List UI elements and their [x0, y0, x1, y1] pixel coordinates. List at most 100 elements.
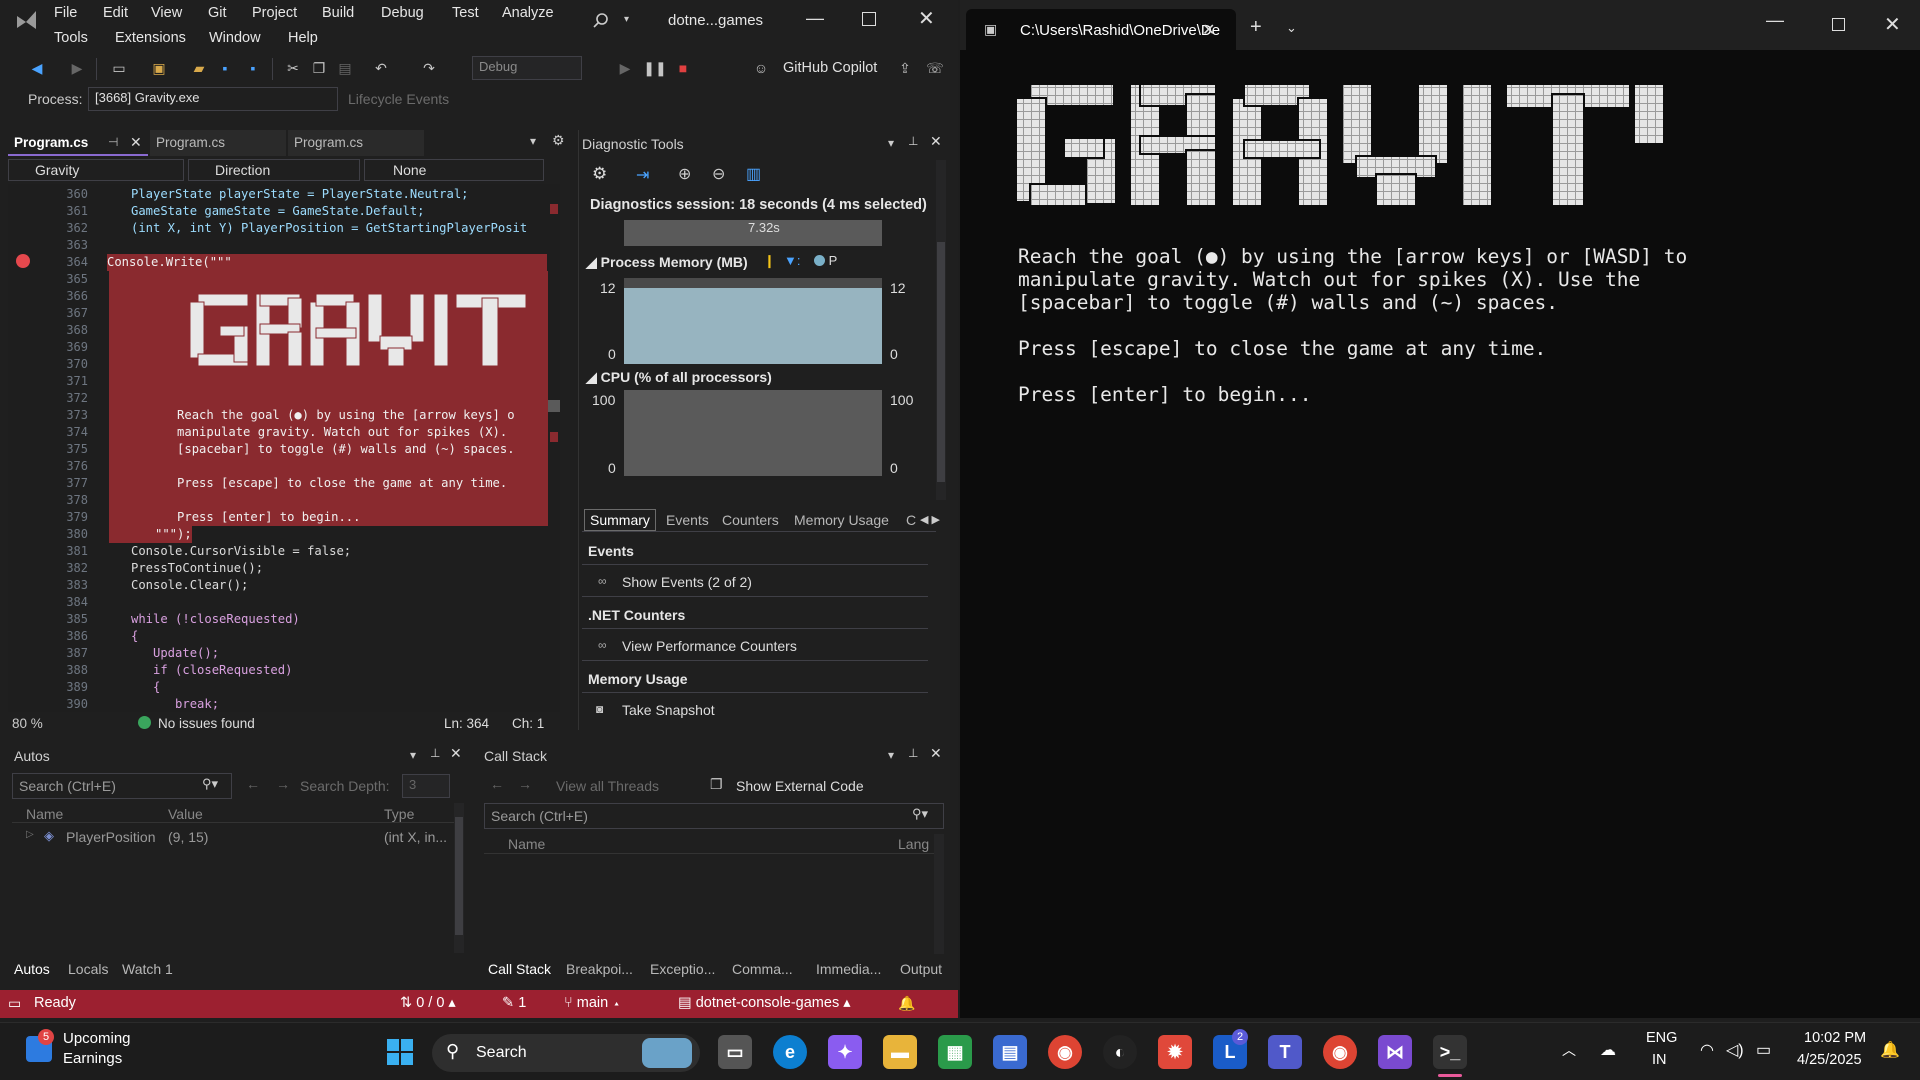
- chevron-down-icon[interactable]: ▾: [624, 14, 629, 25]
- autos-scrollbar[interactable]: [454, 803, 464, 953]
- repo-status[interactable]: ▤ dotnet-console-games ▴: [678, 995, 851, 1011]
- zoom-level[interactable]: 80 %: [12, 716, 43, 731]
- save-icon[interactable]: ▪: [214, 57, 236, 79]
- solution-icon[interactable]: ▭: [108, 57, 130, 79]
- menu-debug[interactable]: Debug: [381, 5, 424, 21]
- zoom-out-icon[interactable]: ⊖: [712, 164, 725, 184]
- menu-test[interactable]: Test: [452, 5, 479, 21]
- terminal-tab[interactable]: ▣ C:\Users\Rashid\OneDrive\De ✕: [966, 9, 1236, 51]
- code-line[interactable]: 362 (int X, int Y) PlayerPosition = GetSt…: [8, 220, 548, 237]
- chrome-profile-icon[interactable]: ◉: [1323, 1035, 1357, 1069]
- column-number[interactable]: Ch: 1: [512, 716, 544, 731]
- code-line[interactable]: 372: [8, 390, 548, 407]
- line-number[interactable]: Ln: 364: [444, 716, 489, 731]
- search-icon[interactable]: ⚲▾: [912, 806, 928, 822]
- panel-close-icon[interactable]: ✕: [930, 745, 942, 762]
- copilot-app-icon[interactable]: ✦: [828, 1035, 862, 1069]
- start-icon[interactable]: ▶: [614, 57, 636, 79]
- open-folder-icon[interactable]: ▰: [188, 57, 210, 79]
- menu-file[interactable]: File: [54, 5, 77, 21]
- menu-git[interactable]: Git: [208, 5, 227, 21]
- volume-icon[interactable]: ◁): [1726, 1040, 1744, 1060]
- close-button[interactable]: ✕: [1884, 12, 1901, 37]
- copilot-icon[interactable]: ☺: [750, 57, 772, 79]
- code-line[interactable]: 375 [spacebar] to toggle (#) walls and (…: [8, 441, 548, 458]
- terminal-app-icon[interactable]: >_: [1433, 1035, 1467, 1069]
- back-arrow-icon[interactable]: ←: [246, 776, 260, 792]
- gear-app-icon[interactable]: ✹: [1158, 1035, 1192, 1069]
- share-icon[interactable]: ⇪: [894, 57, 916, 79]
- search-icon[interactable]: ⚲▾: [202, 776, 218, 792]
- settings-gear-icon[interactable]: ⚙: [552, 132, 565, 149]
- close-button[interactable]: ✕: [918, 6, 935, 31]
- code-line[interactable]: 373 Reach the goal (●) by using the [arr…: [8, 407, 548, 424]
- panel-pin-icon[interactable]: ⊥: [908, 746, 918, 760]
- column-name[interactable]: Name: [508, 836, 545, 852]
- view-counters-link[interactable]: View Performance Counters: [622, 638, 797, 654]
- code-line[interactable]: 376: [8, 458, 548, 475]
- code-line[interactable]: 378: [8, 492, 548, 509]
- navigate-back-icon[interactable]: ◀: [26, 57, 48, 79]
- code-line[interactable]: 389 {: [8, 679, 548, 696]
- diag-scrollbar[interactable]: [936, 160, 946, 500]
- issues-status[interactable]: No issues found: [158, 716, 255, 731]
- code-line[interactable]: 383 Console.Clear();: [8, 577, 548, 594]
- feedback-icon[interactable]: ☏: [924, 57, 946, 79]
- tab-scroll-icon[interactable]: ◀ ▶: [920, 513, 940, 526]
- panel-menu-icon[interactable]: ▾: [888, 136, 894, 150]
- callstack-scrollbar[interactable]: [934, 834, 944, 954]
- code-line[interactable]: 384: [8, 594, 548, 611]
- tab-autos[interactable]: Autos: [14, 961, 50, 977]
- menu-project[interactable]: Project: [252, 5, 297, 21]
- callstack-search-input[interactable]: Search (Ctrl+E): [484, 803, 944, 829]
- tab-dropdown-icon[interactable]: ⌄: [1286, 20, 1297, 36]
- code-editor[interactable]: 360 PlayerState playerState = PlayerState…: [8, 184, 548, 712]
- back-arrow-icon[interactable]: ←: [490, 776, 504, 792]
- breakpoint-icon[interactable]: [16, 254, 30, 268]
- column-value[interactable]: Value: [168, 806, 203, 822]
- tab-counters[interactable]: Counters: [722, 512, 779, 528]
- menu-tools[interactable]: Tools: [54, 30, 88, 46]
- sheets-icon[interactable]: ▦: [938, 1035, 972, 1069]
- code-line[interactable]: 388 if (closeRequested): [8, 662, 548, 679]
- show-events-link[interactable]: Show Events (2 of 2): [622, 574, 752, 590]
- export-icon[interactable]: ⇥: [636, 165, 649, 185]
- branch-status[interactable]: ⑂ main ▴: [564, 995, 621, 1011]
- code-line[interactable]: 387 Update();: [8, 645, 548, 662]
- menu-edit[interactable]: Edit: [103, 5, 128, 21]
- tab-output[interactable]: Output: [900, 961, 942, 977]
- copilot-button[interactable]: GitHub Copilot: [783, 60, 877, 76]
- file-explorer-icon[interactable]: ▬: [883, 1035, 917, 1069]
- code-line[interactable]: 380 """);: [8, 526, 548, 543]
- memory-graph[interactable]: [624, 278, 882, 364]
- minimize-button[interactable]: —: [806, 8, 824, 29]
- code-line[interactable]: 361 GameState gameState = GameState.Defau…: [8, 203, 548, 220]
- code-line[interactable]: 363: [8, 237, 548, 254]
- process-dropdown[interactable]: [3668] Gravity.exe: [88, 87, 338, 111]
- table-row[interactable]: ▷ ◈ PlayerPosition (9, 15) (int X, in...: [12, 826, 454, 848]
- panel-menu-icon[interactable]: ▾: [410, 748, 416, 762]
- search-icon[interactable]: [590, 10, 616, 32]
- notifications-icon[interactable]: 🔔: [898, 995, 915, 1012]
- forward-arrow-icon[interactable]: →: [518, 776, 532, 792]
- reset-view-icon[interactable]: ▥: [746, 164, 761, 184]
- menu-extensions[interactable]: Extensions: [115, 30, 186, 46]
- tab-summary[interactable]: Summary: [584, 509, 656, 531]
- tab-list-chevron-icon[interactable]: ▾: [530, 134, 536, 148]
- save-all-icon[interactable]: ▪: [242, 57, 264, 79]
- code-line[interactable]: 386 {: [8, 628, 548, 645]
- github-icon[interactable]: ◐: [1103, 1035, 1137, 1069]
- show-external-code-button[interactable]: Show External Code: [736, 778, 864, 794]
- menu-analyze[interactable]: Analyze: [502, 5, 554, 21]
- zoom-in-icon[interactable]: ⊕: [678, 164, 691, 184]
- undo-icon[interactable]: ↶: [370, 57, 392, 79]
- onedrive-icon[interactable]: ☁: [1600, 1040, 1616, 1060]
- code-line[interactable]: 377 Press [escape] to close the game at …: [8, 475, 548, 492]
- tab-immediate[interactable]: Immedia...: [816, 961, 881, 977]
- panel-close-icon[interactable]: ✕: [930, 133, 942, 150]
- editor-scrollbar[interactable]: [548, 184, 560, 712]
- store-icon[interactable]: ▤: [993, 1035, 1027, 1069]
- sync-status[interactable]: ⇅ 0 / 0 ▴: [400, 995, 456, 1011]
- chevron-up-icon[interactable]: ︿: [1562, 1040, 1576, 1060]
- panel-menu-icon[interactable]: ▾: [888, 748, 894, 762]
